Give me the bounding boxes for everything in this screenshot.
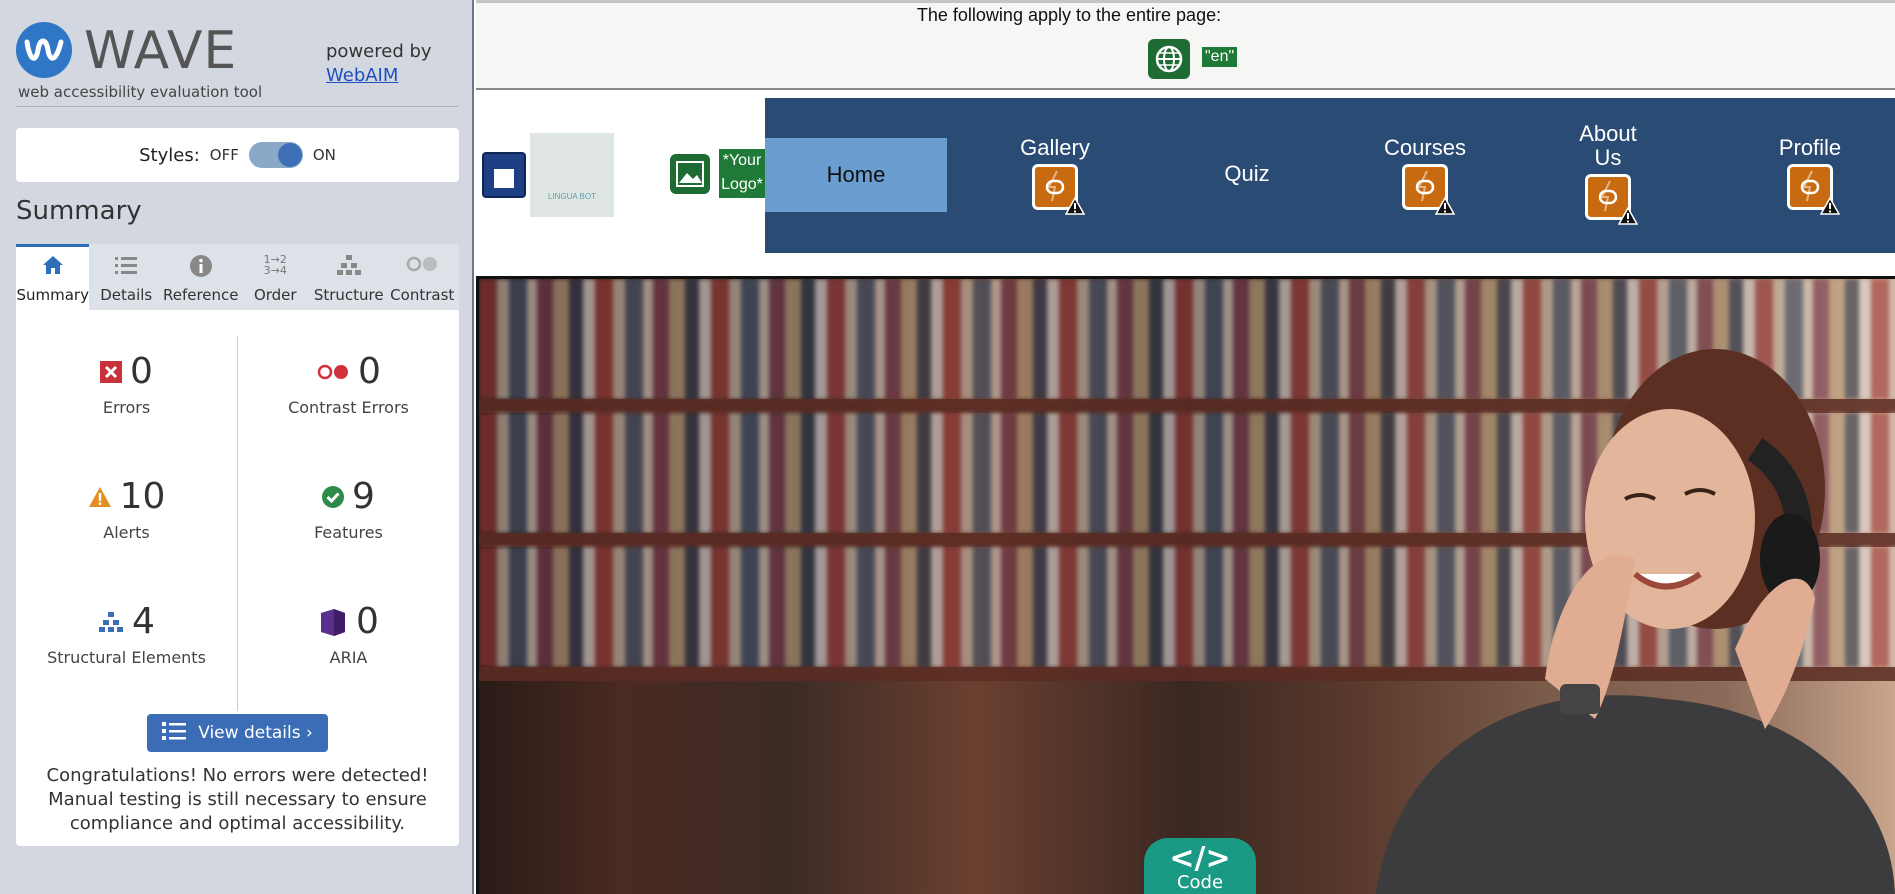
contrast-error-icon (316, 363, 350, 381)
tab-label: Contrast (390, 286, 455, 304)
stats-grid: 0 Errors 0 Contrast Errors 10 Alerts 9 F… (16, 336, 459, 711)
contrast-errors-count: 0 (358, 351, 381, 392)
wave-sidebar: WAVE web accessibility evaluation tool p… (0, 0, 474, 894)
styles-toggle[interactable] (248, 142, 303, 168)
tab-contrast[interactable]: Contrast (385, 244, 458, 310)
info-icon (189, 254, 213, 278)
code-label: Code (1176, 872, 1224, 893)
nav-label: Quiz (1224, 161, 1270, 186)
alerts-label: Alerts (103, 523, 150, 542)
nav-label: Profile (1778, 135, 1842, 160)
view-details-label: View details › (198, 723, 313, 743)
summary-heading: Summary (16, 196, 142, 226)
aria-icon (318, 607, 348, 637)
order-icon: 1→2 3→4 (263, 253, 287, 277)
site-logo-image[interactable]: LINGUA BOT (530, 133, 614, 217)
stat-contrast-errors[interactable]: 0 Contrast Errors (238, 336, 459, 461)
wave-title: WAVE (84, 21, 238, 81)
nav-gallery[interactable]: Gallery (1005, 135, 1105, 215)
link-alert-icon[interactable] (1585, 174, 1638, 225)
list-icon (114, 254, 138, 278)
view-details-button[interactable]: View details › (147, 714, 328, 752)
errors-count: 0 (130, 351, 153, 392)
wave-brand: WAVE web accessibility evaluation tool p… (16, 22, 456, 102)
stat-features[interactable]: 9 Features (238, 461, 459, 586)
code-toggle-button[interactable]: </> Code (1144, 838, 1256, 894)
tab-label: Reference (162, 286, 239, 304)
stat-alerts[interactable]: 10 Alerts (16, 461, 238, 586)
error-icon (100, 361, 123, 383)
features-count: 9 (352, 476, 375, 517)
styles-label: Styles: (139, 144, 200, 166)
code-icon: </> (1169, 841, 1231, 876)
stat-aria[interactable]: 0 ARIA (238, 586, 459, 711)
tab-label: Summary (16, 286, 89, 304)
nav-label: About Us (1579, 121, 1637, 170)
tab-label: Structure (313, 286, 384, 304)
link-alert-icon[interactable] (1032, 164, 1085, 215)
styles-off-label: OFF (209, 146, 239, 164)
features-label: Features (314, 523, 383, 542)
nav-profile[interactable]: Profile (1755, 135, 1865, 215)
site-navigation: Home Gallery Quiz Courses About Us Profi… (765, 98, 1895, 253)
stat-structural[interactable]: 4 Structural Elements (16, 586, 238, 711)
structure-icon (336, 254, 362, 278)
styles-on-label: ON (312, 146, 336, 164)
toggle-knob (277, 143, 302, 167)
tab-details[interactable]: Details (89, 244, 162, 310)
errors-label: Errors (102, 398, 151, 417)
logo-text: LINGUA BOT (547, 192, 596, 201)
tab-structure[interactable]: Structure (312, 244, 385, 310)
html5-structure-icon[interactable] (482, 152, 526, 198)
nav-label: Home (826, 162, 886, 187)
nav-quiz[interactable]: Quiz (1197, 162, 1297, 186)
congrats-message: Congratulations! No errors were detected… (46, 765, 429, 834)
tab-reference[interactable]: Reference (163, 244, 239, 310)
divider (16, 106, 458, 107)
page-level-features: The following apply to the entire page: … (476, 0, 1895, 90)
structural-count: 4 (132, 601, 155, 642)
language-globe-icon[interactable] (1148, 39, 1190, 79)
tab-order[interactable]: 1→2 3→4 Order (239, 244, 312, 310)
header-logo-area: LINGUA BOT *Your Logo* (476, 98, 765, 253)
tab-label: Details (100, 286, 153, 304)
person-with-headphones (1375, 349, 1895, 894)
styles-toggle-box: Styles: OFF ON (16, 128, 459, 182)
link-alert-icon[interactable] (1787, 164, 1840, 215)
apply-text: The following apply to the entire page: (916, 5, 1222, 25)
stat-errors[interactable]: 0 Errors (16, 336, 238, 461)
wave-logo-icon (16, 22, 72, 78)
powered-by: powered by WebAIM (326, 40, 432, 88)
powered-by-label: powered by (326, 41, 432, 62)
tab-summary[interactable]: Summary (16, 244, 90, 310)
list-icon (162, 721, 187, 746)
webaim-link[interactable]: WebAIM (326, 64, 432, 88)
nav-home[interactable]: Home (765, 138, 947, 212)
structural-label: Structural Elements (47, 648, 206, 667)
alt-text-tag[interactable]: *Your Logo* (719, 149, 765, 198)
link-alert-icon[interactable] (1402, 164, 1455, 215)
hero-image (476, 276, 1895, 894)
aria-count: 0 (356, 601, 379, 642)
alerts-count: 10 (119, 476, 166, 517)
contrast-icon (405, 254, 439, 278)
nav-label: Gallery (1020, 135, 1090, 160)
nav-about-us[interactable]: About Us (1573, 121, 1643, 225)
wave-tagline: web accessibility evaluation tool (18, 83, 263, 101)
home-icon (41, 254, 65, 278)
nav-label: Courses (1384, 135, 1466, 160)
evaluated-page: The following apply to the entire page: … (476, 0, 1895, 894)
contrast-errors-label: Contrast Errors (288, 398, 409, 417)
summary-panel: Summary Details Reference 1→23→4 Order (16, 244, 459, 846)
structure-icon (98, 611, 124, 633)
aria-label: ARIA (329, 648, 368, 667)
image-alt-icon[interactable] (670, 154, 710, 194)
alert-icon (88, 486, 112, 508)
feature-check-icon (322, 486, 345, 508)
language-tag[interactable]: "en" (1202, 47, 1238, 67)
nav-courses[interactable]: Courses (1365, 135, 1485, 215)
tab-label: Order (253, 286, 297, 304)
tab-bar: Summary Details Reference 1→23→4 Order (16, 244, 459, 310)
